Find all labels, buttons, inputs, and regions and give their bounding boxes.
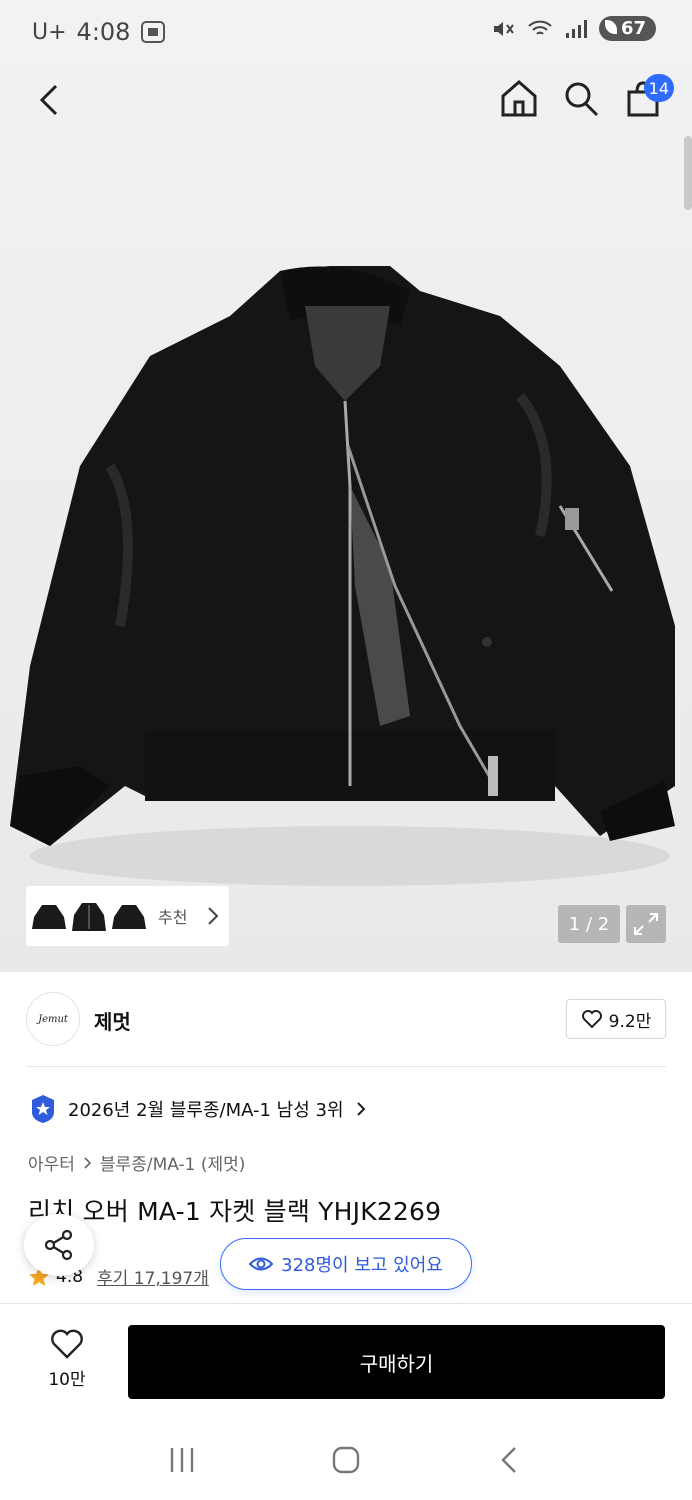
viewers-badge: 328명이 보고 있어요 [220, 1238, 472, 1290]
thumbnail-image [112, 905, 146, 929]
ranking-badge-icon [32, 1095, 54, 1123]
image-pager: 1 / 2 [558, 905, 620, 943]
battery-indicator: 67 [598, 16, 656, 41]
product-title: 리치 오버 MA-1 자켓 블랙 YHJK2269 [28, 1197, 442, 1226]
recent-apps-icon[interactable] [167, 1445, 197, 1475]
back-nav-icon[interactable] [495, 1445, 525, 1475]
home-nav-icon[interactable] [331, 1445, 361, 1475]
heart-icon [581, 1010, 602, 1029]
search-button[interactable] [562, 78, 600, 118]
brand-like-count: 9.2만 [608, 1011, 652, 1032]
status-bar: U+ 4:08 67 [0, 0, 692, 66]
wishlist-button[interactable]: 10만 [30, 1328, 104, 1390]
scroll-indicator[interactable] [684, 136, 692, 210]
home-button[interactable] [500, 78, 538, 118]
recommend-label: 추천 [158, 908, 188, 927]
ranking-text: 2026년 2월 블루종/MA-1 남성 3위 [68, 1100, 344, 1121]
thumbnail-image [72, 903, 106, 931]
brand-row: Jemut 제멋 9.2만 [26, 992, 666, 1048]
expand-icon [634, 913, 658, 935]
divider [0, 1303, 692, 1304]
expand-button[interactable] [626, 905, 666, 943]
chevron-right-icon [356, 1102, 365, 1116]
search-icon [565, 82, 599, 117]
thumbnail-image [32, 905, 66, 929]
eye-icon [249, 1257, 274, 1271]
signal-icon [565, 19, 587, 38]
wifi-icon [528, 20, 552, 35]
ranking-link[interactable]: 2026년 2월 블루종/MA-1 남성 3위 [30, 1094, 366, 1124]
back-button[interactable] [30, 80, 70, 120]
wishlist-count: 10만 [48, 1370, 86, 1390]
recommend-thumbnails [30, 897, 148, 935]
breadcrumb: 아우터 블루종/MA-1 (제멋) [28, 1150, 245, 1175]
reviews-link[interactable]: 후기 17,197개 [97, 1264, 209, 1289]
buy-button[interactable]: 구매하기 [128, 1325, 665, 1399]
brand-logo[interactable]: Jemut [26, 992, 80, 1046]
header-actions: 14 [500, 74, 674, 118]
recommend-chip[interactable]: 추천 [26, 886, 229, 946]
chevron-right-icon [84, 1156, 92, 1169]
mute-icon [493, 21, 514, 36]
cart-count-badge: 14 [643, 74, 674, 102]
jacket-image [10, 266, 675, 886]
screen-record-icon [141, 21, 166, 43]
home-icon [501, 80, 537, 117]
breadcrumb-subcategory[interactable]: 블루종/MA-1 (제멋) [100, 1150, 245, 1175]
cart-button[interactable]: 14 [624, 74, 674, 118]
divider [26, 1066, 666, 1067]
chevron-right-icon [208, 907, 219, 925]
carrier-label: U+ [32, 19, 67, 45]
battery-leaf-icon [604, 20, 617, 34]
brand-name[interactable]: 제멋 [94, 1006, 131, 1035]
viewers-text: 328명이 보고 있어요 [281, 1255, 443, 1276]
system-navigation-bar [0, 1420, 692, 1500]
product-image[interactable] [0, 66, 692, 972]
clock: 4:08 [76, 18, 131, 46]
back-arrow-icon [39, 84, 58, 116]
share-icon [44, 1229, 73, 1261]
brand-like-button[interactable]: 9.2만 [566, 999, 666, 1039]
battery-level: 67 [620, 18, 646, 39]
breadcrumb-category[interactable]: 아우터 [28, 1150, 75, 1175]
heart-icon [51, 1329, 83, 1359]
share-button[interactable] [24, 1214, 94, 1276]
